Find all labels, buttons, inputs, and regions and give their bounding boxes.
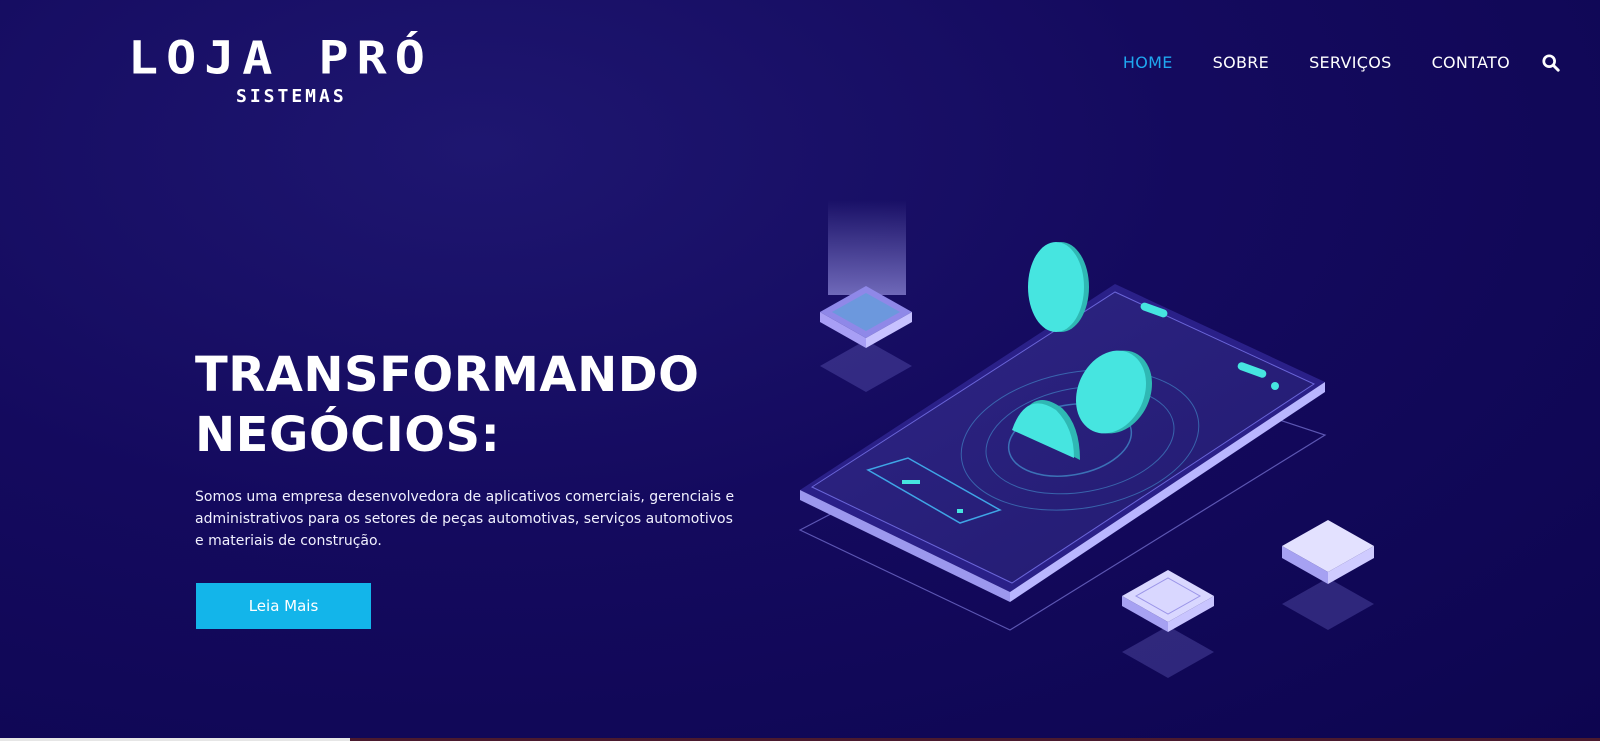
main-nav: HOME SOBRE SERVIÇOS CONTATO [1083,53,1560,72]
nav-home[interactable]: HOME [1123,53,1173,72]
logo[interactable]: LOJA PRÓ SISTEMAS [128,34,468,110]
hero-description: Somos uma empresa desenvolvedora de apli… [195,489,735,549]
nav-contato[interactable]: CONTATO [1432,53,1510,72]
nav-servicos[interactable]: SERVIÇOS [1309,53,1392,72]
hero-title-line-1: TRANSFORMANDO [195,347,700,403]
logo-subtitle: SISTEMAS [236,86,347,107]
coin-top [1028,242,1089,332]
hero-title-line-2: NEGÓCIOS: [195,407,501,463]
floating-tile-right [1282,520,1374,630]
floating-tile-top [820,286,912,392]
phone-illustration [798,200,1374,678]
floating-tile-bottom [1122,570,1214,678]
logo-title: LOJA PRÓ [128,32,433,85]
read-more-button[interactable]: Leia Mais [196,583,371,629]
hero-title: TRANSFORMANDO NEGÓCIOS: [195,345,699,465]
search-icon[interactable] [1542,53,1560,72]
nav-sobre[interactable]: SOBRE [1213,53,1269,72]
